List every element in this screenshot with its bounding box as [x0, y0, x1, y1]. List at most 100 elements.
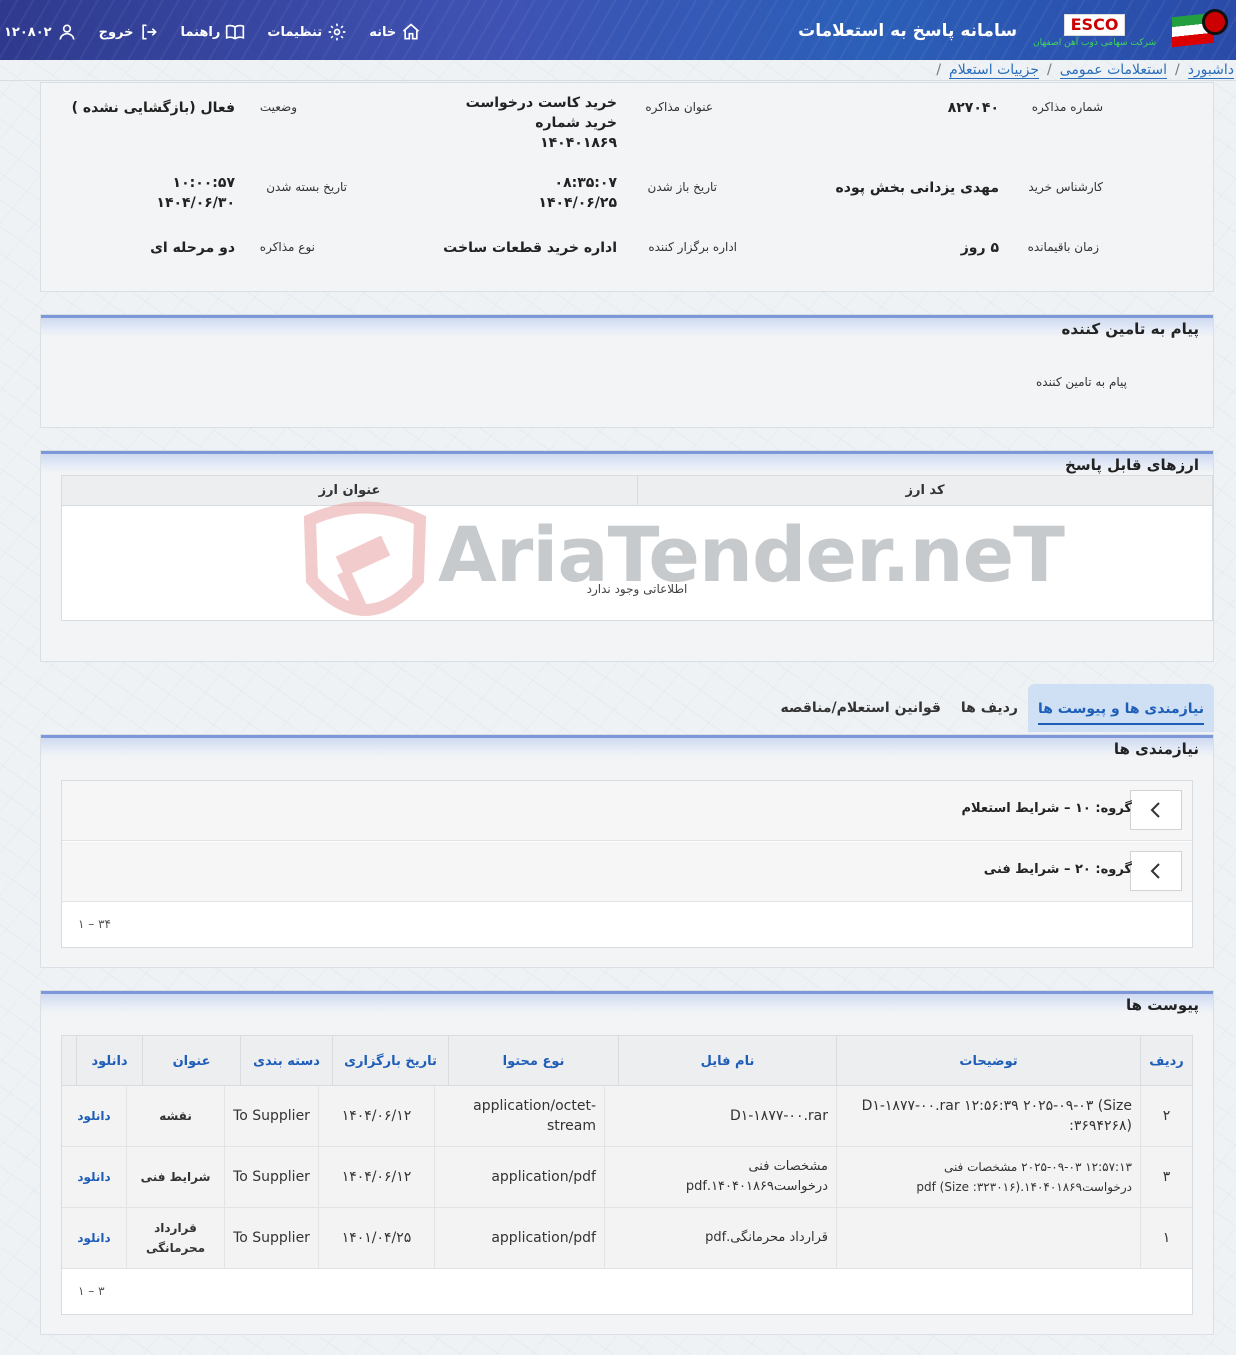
download-link[interactable]: دانلود: [77, 1167, 110, 1187]
breadcrumb-separator: /: [1174, 62, 1180, 78]
cell-description: [836, 1208, 1140, 1268]
cell-title: شرایط فنی: [126, 1147, 224, 1207]
cell-file-name: مشخصات فنی درخواست۱۴۰۴۰۱۸۶۹.pdf: [604, 1147, 836, 1207]
settings-link[interactable]: تنظیمات: [267, 22, 347, 42]
tab-rows[interactable]: ردیف ها: [951, 684, 1028, 732]
col-category[interactable]: دسته بندی: [240, 1036, 332, 1086]
gear-icon: [328, 23, 346, 41]
cell-title: قرارداد محرمانگی: [126, 1208, 224, 1268]
type-label: نوع مذاکره: [259, 240, 315, 254]
requirements-title: نیازمندی ها: [41, 735, 1213, 758]
buyer-value: مهدی یزدانی بخش پوده: [835, 180, 999, 196]
cell-file-name: قرارداد محرمانگی.pdf: [604, 1208, 836, 1268]
open-date: ۱۴۰۴/۰۶/۲۵: [538, 195, 617, 211]
guide-label: راهنما: [180, 24, 221, 40]
breadcrumb-dashboard[interactable]: داشبورد: [1187, 62, 1234, 79]
remaining-value: ۵ روز: [960, 240, 999, 256]
esco-logo-sub: شرکت سهامی ذوب آهن اصفهان: [1033, 38, 1156, 48]
home-link[interactable]: خانه: [369, 22, 421, 42]
cell-upload-date: ۱۴۰۴/۰۶/۱۲: [318, 1086, 434, 1146]
status-value: فعال (بازگشایی نشده ): [71, 100, 235, 116]
supplier-message-title: پیام به تامین کننده: [41, 315, 1213, 338]
currencies-empty-message: اطلاعاتی وجود ندارد: [586, 582, 688, 596]
cell-file-name: D۱-۱۸۷۷-۰۰.rar: [604, 1086, 836, 1146]
negotiation-number-label: شماره مذاکره: [1031, 100, 1103, 114]
cell-description: ۱۲:۵۷:۱۳ ۲۰۲۵-۰۹-۰۳ مشخصات فنی درخواست۱۴…: [836, 1147, 1140, 1207]
esco-logo-text: ESCO: [1063, 14, 1126, 36]
requirement-group[interactable]: گروه: ۲۰ – شرایط فنی: [62, 842, 1192, 902]
tab-inquiry-rules[interactable]: قوانین استعلام/مناقصه: [770, 684, 950, 732]
status-label: وضعیت: [259, 100, 297, 114]
logout-link[interactable]: خروج: [99, 22, 159, 42]
organizer-value: اداره خرید قطعات ساخت: [443, 240, 617, 256]
type-value: دو مرحله ای: [150, 240, 235, 256]
guide-link[interactable]: راهنما: [181, 22, 246, 42]
buyer-label: کارشناس خرید: [1028, 180, 1103, 194]
brand: ESCO شرکت سهامی ذوب آهن اصفهان سامانه پا…: [798, 6, 1228, 56]
supplier-message-label: پیام به تامین کننده: [1036, 375, 1127, 389]
tab-requirements-attachments[interactable]: نیازمندی ها و پیوست ها: [1027, 684, 1214, 732]
close-date-label: تاریخ بسته شدن: [266, 180, 347, 194]
col-download[interactable]: دانلود: [76, 1036, 142, 1086]
chevron-left-icon: [1150, 802, 1160, 818]
emblem-icon: [1202, 9, 1228, 35]
cell-category: To Supplier: [224, 1147, 318, 1207]
requirements-list: گروه: ۱۰ – شرایط استعلام گروه: ۲۰ – شرای…: [61, 780, 1193, 948]
system-title: سامانه پاسخ به استعلامات: [798, 21, 1018, 41]
user-menu[interactable]: ۱۲۰۸۰۲: [4, 22, 77, 42]
user-id: ۱۲۰۸۰۲: [4, 24, 52, 40]
home-label: خانه: [369, 24, 397, 40]
currencies-title: ارزهای قابل پاسخ: [41, 451, 1213, 474]
download-link[interactable]: دانلود: [77, 1106, 110, 1126]
detail-tabs: نیازمندی ها و پیوست ها ردیف ها قوانین اس…: [770, 684, 1214, 732]
organizer-label: اداره برگزار کننده: [648, 240, 737, 254]
col-upload-date[interactable]: تاریخ بارگزاری: [332, 1036, 448, 1086]
col-content-type[interactable]: نوع محتوا: [448, 1036, 618, 1086]
top-bar: ESCO شرکت سهامی ذوب آهن اصفهان سامانه پا…: [0, 0, 1236, 60]
attachments-title: پیوست ها: [41, 991, 1213, 1014]
breadcrumb-separator: /: [936, 62, 942, 78]
group-label: گروه: ۲۰ – شرایط فنی: [983, 862, 1132, 877]
cell-content-type: application/pdf: [434, 1147, 604, 1207]
breadcrumb-divider: [0, 80, 1236, 81]
negotiation-title-label: عنوان مذاکره: [645, 100, 713, 114]
col-file-name[interactable]: نام فایل: [618, 1036, 836, 1086]
open-time: ۰۸:۳۵:۰۷: [554, 175, 617, 191]
requirement-group[interactable]: گروه: ۱۰ – شرایط استعلام: [62, 781, 1192, 841]
col-currency-title[interactable]: عنوان ارز: [62, 476, 637, 505]
open-date-label: تاریخ باز شدن: [647, 180, 717, 194]
currencies-table: کد ارز عنوان ارز اطلاعاتی وجود ندارد: [61, 475, 1213, 621]
settings-label: تنظیمات: [267, 24, 323, 40]
download-link[interactable]: دانلود: [77, 1228, 110, 1248]
top-nav: ۱۲۰۸۰۲ خروج راهنما تنظیمات خانه: [4, 22, 421, 42]
breadcrumb: داشبورد / استعلامات عمومی / جزییات استعل…: [936, 61, 1234, 79]
table-row: ۲ D۱-۱۸۷۷-۰۰.rar ۱۲:۵۶:۳۹ ۲۰۲۵-۰۹-۰۳ (Si…: [62, 1086, 1192, 1147]
col-row[interactable]: ردیف: [1140, 1036, 1192, 1086]
breadcrumb-inquiry-details[interactable]: جزییات استعلام: [949, 62, 1040, 79]
attachments-table: ردیف توضیحات نام فایل نوع محتوا تاریخ با…: [61, 1035, 1193, 1315]
cell-content-type: application/pdf: [434, 1208, 604, 1268]
col-description[interactable]: توضیحات: [836, 1036, 1140, 1086]
expand-button[interactable]: [1130, 790, 1182, 830]
col-title[interactable]: عنوان: [142, 1036, 240, 1086]
negotiation-title: خرید کاست درخواست خرید شماره ۱۴۰۴۰۱۸۶۹: [465, 95, 617, 151]
table-row: ۱ قرارداد محرمانگی.pdf application/pdf ۱…: [62, 1208, 1192, 1269]
cell-download: دانلود: [62, 1147, 126, 1207]
cell-row: ۱: [1140, 1208, 1192, 1268]
logout-icon: [141, 24, 157, 40]
close-time: ۱۰:۰۰:۵۷: [172, 175, 235, 191]
supplier-message-panel: پیام به تامین کننده پیام به تامین کننده: [40, 314, 1214, 428]
expand-button[interactable]: [1130, 851, 1182, 891]
logout-label: خروج: [98, 24, 134, 40]
esco-logo: ESCO شرکت سهامی ذوب آهن اصفهان: [1033, 14, 1156, 48]
table-row: ۳ ۱۲:۵۷:۱۳ ۲۰۲۵-۰۹-۰۳ مشخصات فنی درخواست…: [62, 1147, 1192, 1208]
remaining-label: زمان باقیمانده: [1027, 240, 1099, 254]
inquiry-details-panel: شماره مذاکره ۸۲۷۰۴۰ عنوان مذاکره خرید کا…: [40, 82, 1214, 292]
negotiation-number: ۸۲۷۰۴۰: [947, 100, 999, 116]
col-currency-code[interactable]: کد ارز: [637, 476, 1212, 505]
requirements-panel: نیازمندی ها گروه: ۱۰ – شرایط استعلام گرو…: [40, 734, 1214, 968]
chevron-left-icon: [1150, 863, 1160, 879]
breadcrumb-separator: /: [1047, 62, 1052, 78]
breadcrumb-public-inquiries[interactable]: استعلامات عمومی: [1059, 62, 1167, 79]
currencies-header-row: کد ارز عنوان ارز: [62, 476, 1212, 506]
